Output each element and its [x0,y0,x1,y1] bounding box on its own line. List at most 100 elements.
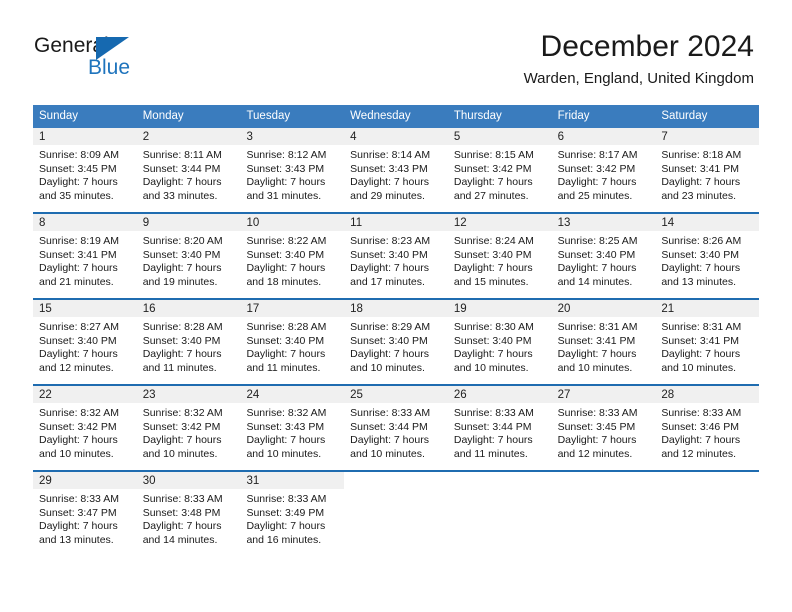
daylight-text-line1: Daylight: 7 hours [661,176,741,189]
day-number: 1 [33,128,137,145]
day-number: 25 [344,386,448,403]
sunset-text: Sunset: 3:47 PM [39,506,117,519]
weekday-header-wednesday: Wednesday [350,110,411,122]
sunrise-text: Sunrise: 8:09 AM [39,149,119,161]
day-cell[interactable]: 30 Sunrise: 8:33 AM Sunset: 3:48 PM Dayl… [136,472,241,547]
day-cell[interactable]: 28 Sunrise: 8:33 AM Sunset: 3:46 PM Dayl… [655,386,760,461]
sunset-text: Sunset: 3:46 PM [661,420,739,433]
day-cell[interactable]: 10 Sunrise: 8:22 AM Sunset: 3:40 PM Dayl… [240,214,345,289]
page-title: December 2024 [540,30,754,63]
week-row: 1 Sunrise: 8:09 AM Sunset: 3:45 PM Dayli… [33,128,760,203]
day-cell[interactable]: 6 Sunrise: 8:17 AM Sunset: 3:42 PM Dayli… [551,128,656,203]
sunset-text: Sunset: 3:44 PM [142,162,221,175]
daylight-text-line1: Daylight: 7 hours [142,262,222,275]
day-cell[interactable]: 18 Sunrise: 8:29 AM Sunset: 3:40 PM Dayl… [344,300,448,375]
day-number: 31 [240,472,345,489]
day-cell[interactable]: 16 Sunrise: 8:28 AM Sunset: 3:40 PM Dayl… [136,300,241,375]
sunset-text: Sunset: 3:40 PM [142,334,221,347]
day-cell[interactable]: 26 Sunrise: 8:33 AM Sunset: 3:44 PM Dayl… [447,386,552,461]
day-cell[interactable]: 11 Sunrise: 8:23 AM Sunset: 3:40 PM Dayl… [344,214,448,289]
daylight-text-line2: and 10 minutes. [557,361,633,374]
day-cell[interactable]: 8 Sunrise: 8:19 AM Sunset: 3:41 PM Dayli… [33,214,137,289]
day-cell[interactable]: 22 Sunrise: 8:32 AM Sunset: 3:42 PM Dayl… [33,386,137,461]
daylight-text-line2: and 10 minutes. [246,447,322,460]
calendar-grid: Sunday Monday Tuesday Wednesday Thursday… [33,105,760,547]
daylight-text-line1: Daylight: 7 hours [453,348,533,361]
sunrise-text: Sunrise: 8:12 AM [246,149,327,161]
sunset-text: Sunset: 3:40 PM [350,248,428,261]
daylight-text-line2: and 14 minutes. [142,533,218,546]
day-details: Sunrise: 8:33 AM Sunset: 3:45 PM Dayligh… [552,403,656,461]
week-row: 29 Sunrise: 8:33 AM Sunset: 3:47 PM Dayl… [33,470,760,547]
daylight-text-line2: and 25 minutes. [557,189,633,202]
day-number: 28 [655,386,760,403]
day-cell[interactable]: 5 Sunrise: 8:15 AM Sunset: 3:42 PM Dayli… [447,128,552,203]
day-cell[interactable]: 23 Sunrise: 8:32 AM Sunset: 3:42 PM Dayl… [136,386,241,461]
day-cell[interactable]: 12 Sunrise: 8:24 AM Sunset: 3:40 PM Dayl… [447,214,552,289]
day-cell[interactable]: 27 Sunrise: 8:33 AM Sunset: 3:45 PM Dayl… [551,386,656,461]
day-number [344,472,448,489]
day-cell[interactable]: 1 Sunrise: 8:09 AM Sunset: 3:45 PM Dayli… [33,128,137,203]
day-cell[interactable]: 14 Sunrise: 8:26 AM Sunset: 3:40 PM Dayl… [655,214,760,289]
sunrise-text: Sunrise: 8:31 AM [661,321,742,333]
daylight-text-line1: Daylight: 7 hours [246,520,326,533]
day-number: 20 [551,300,656,317]
daylight-text-line2: and 10 minutes. [350,447,425,460]
weekday-header-tuesday: Tuesday [246,110,291,122]
day-number: 30 [136,472,241,489]
weekday-header-thursday: Thursday [453,110,502,122]
day-cell[interactable]: 15 Sunrise: 8:27 AM Sunset: 3:40 PM Dayl… [33,300,137,375]
day-cell[interactable]: 2 Sunrise: 8:11 AM Sunset: 3:44 PM Dayli… [136,128,241,203]
day-number: 13 [551,214,656,231]
sunset-text: Sunset: 3:41 PM [39,248,117,261]
daylight-text-line2: and 27 minutes. [453,189,529,202]
day-details: Sunrise: 8:31 AM Sunset: 3:41 PM Dayligh… [655,317,759,375]
daylight-text-line2: and 19 minutes. [142,275,218,288]
daylight-text-line2: and 14 minutes. [557,275,633,288]
day-details [552,489,656,547]
day-number: 9 [136,214,241,231]
daylight-text-line1: Daylight: 7 hours [246,262,326,275]
sunrise-text: Sunrise: 8:33 AM [661,407,742,419]
sunset-text: Sunset: 3:43 PM [350,162,428,175]
sunrise-text: Sunrise: 8:33 AM [557,407,638,419]
day-cell[interactable]: 29 Sunrise: 8:33 AM Sunset: 3:47 PM Dayl… [33,472,137,547]
sunrise-text: Sunrise: 8:22 AM [246,235,327,247]
sunset-text: Sunset: 3:43 PM [246,420,325,433]
day-cell[interactable]: 13 Sunrise: 8:25 AM Sunset: 3:40 PM Dayl… [551,214,656,289]
day-number: 26 [447,386,552,403]
sunrise-text: Sunrise: 8:30 AM [453,321,534,333]
day-cell[interactable]: 9 Sunrise: 8:20 AM Sunset: 3:40 PM Dayli… [136,214,241,289]
day-number [655,472,760,489]
day-cell[interactable]: 4 Sunrise: 8:14 AM Sunset: 3:43 PM Dayli… [344,128,448,203]
brand-logo[interactable]: General Blue [34,34,234,84]
calendar-page: General Blue December 2024 Warden, Engla… [0,0,792,612]
day-details: Sunrise: 8:28 AM Sunset: 3:40 PM Dayligh… [137,317,241,375]
sunset-text: Sunset: 3:40 PM [39,334,117,347]
day-details: Sunrise: 8:12 AM Sunset: 3:43 PM Dayligh… [240,145,344,203]
day-cell-empty [551,472,656,547]
daylight-text-line1: Daylight: 7 hours [661,262,741,275]
sunset-text: Sunset: 3:43 PM [246,162,325,175]
day-number: 18 [344,300,448,317]
day-details: Sunrise: 8:14 AM Sunset: 3:43 PM Dayligh… [344,145,448,203]
day-cell[interactable]: 17 Sunrise: 8:28 AM Sunset: 3:40 PM Dayl… [240,300,345,375]
day-cell[interactable]: 19 Sunrise: 8:30 AM Sunset: 3:40 PM Dayl… [447,300,552,375]
day-cell[interactable]: 3 Sunrise: 8:12 AM Sunset: 3:43 PM Dayli… [240,128,345,203]
day-number [447,472,552,489]
sunset-text: Sunset: 3:45 PM [39,162,117,175]
day-cell[interactable]: 7 Sunrise: 8:18 AM Sunset: 3:41 PM Dayli… [655,128,760,203]
day-cell[interactable]: 21 Sunrise: 8:31 AM Sunset: 3:41 PM Dayl… [655,300,760,375]
daylight-text-line2: and 12 minutes. [661,447,737,460]
daylight-text-line1: Daylight: 7 hours [39,348,118,361]
sunset-text: Sunset: 3:48 PM [142,506,221,519]
day-cell[interactable]: 24 Sunrise: 8:32 AM Sunset: 3:43 PM Dayl… [240,386,345,461]
sunrise-text: Sunrise: 8:28 AM [246,321,327,333]
day-cell-empty [344,472,448,547]
day-cell[interactable]: 31 Sunrise: 8:33 AM Sunset: 3:49 PM Dayl… [240,472,345,547]
day-details: Sunrise: 8:15 AM Sunset: 3:42 PM Dayligh… [448,145,552,203]
day-cell[interactable]: 20 Sunrise: 8:31 AM Sunset: 3:41 PM Dayl… [551,300,656,375]
daylight-text-line1: Daylight: 7 hours [453,262,533,275]
sunrise-text: Sunrise: 8:33 AM [142,493,223,505]
day-cell[interactable]: 25 Sunrise: 8:33 AM Sunset: 3:44 PM Dayl… [344,386,448,461]
